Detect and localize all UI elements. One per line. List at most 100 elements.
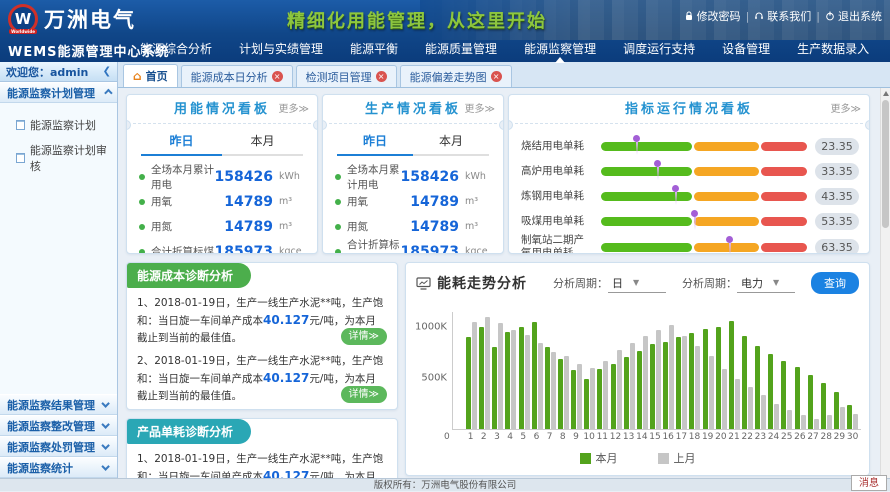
- bar: [624, 357, 629, 429]
- home-icon: ⌂: [133, 71, 142, 81]
- sidebar-collapse-icon[interactable]: ❮: [103, 66, 111, 77]
- chevron-down-icon: ▼: [633, 278, 639, 287]
- nav-energy-quality[interactable]: 能源质量管理: [425, 40, 497, 57]
- x-tick: 10: [583, 432, 596, 442]
- bar-pair: [570, 312, 583, 429]
- sidebar-group-punishment[interactable]: 能源监察处罚管理: [0, 436, 117, 457]
- bar-pair: [491, 312, 504, 429]
- x-tick: 12: [609, 432, 622, 442]
- nav-production-data-entry[interactable]: 生产数据录入: [797, 40, 869, 57]
- sidebar-group-result-management[interactable]: 能源监察结果管理: [0, 394, 117, 415]
- chart-icon: [416, 277, 431, 290]
- tab-yesterday[interactable]: 昨日: [337, 132, 413, 156]
- vertical-scrollbar[interactable]: [880, 88, 890, 478]
- detail-button[interactable]: 详情≫: [341, 386, 387, 404]
- scroll-up-arrow[interactable]: [883, 91, 889, 96]
- chevron-down-icon: [101, 462, 109, 470]
- change-password-link[interactable]: 修改密码: [684, 8, 741, 24]
- kpi-row: 用氧14789m³: [139, 189, 307, 214]
- bar-pair: [623, 312, 636, 429]
- diagnosis-list: 1、2018-01-19日，生产一线生产水泥**吨，生产饱和：当日旋一车间单产成…: [127, 288, 397, 410]
- panel-energy-usage: 用能情况看板 更多≫ 昨日 本月 全场本月累计用电158426kWh 用氧147…: [126, 94, 318, 254]
- nav-energy-supervision[interactable]: 能源监察管理: [524, 40, 596, 57]
- kpi-row: 用氮14789m³: [139, 214, 307, 239]
- period-select[interactable]: 日▼: [608, 274, 666, 293]
- separator: |: [746, 10, 750, 23]
- detail-button[interactable]: 详情≫: [341, 328, 387, 346]
- logo: W Worldwide 万洲电气: [8, 4, 136, 34]
- notch: [508, 120, 513, 130]
- contact-us-link[interactable]: 联系我们: [754, 8, 811, 24]
- tab-energy-deviation-trend[interactable]: 能源偏差走势图 ×: [400, 65, 512, 87]
- nav-equipment[interactable]: 设备管理: [722, 40, 770, 57]
- bar: [814, 419, 819, 429]
- bar: [630, 343, 635, 429]
- x-tick: 1: [464, 432, 477, 442]
- document-icon: [16, 153, 25, 163]
- top-links: 修改密码 | 联系我们 | 退出系统: [684, 8, 882, 24]
- bar: [485, 317, 490, 429]
- bar: [695, 346, 700, 429]
- query-button[interactable]: 查询: [811, 272, 859, 294]
- bar: [768, 354, 773, 429]
- indicator-row: 炼钢用电单耗 43.35: [521, 184, 859, 209]
- kpi-rows: 全场本月累计用电158426kWh 用氧14789m³ 用氮14789m³ 合计…: [139, 164, 307, 254]
- bar-pair: [544, 312, 557, 429]
- nav-dispatch-support[interactable]: 调度运行支持: [623, 40, 695, 57]
- x-tick: 6: [530, 432, 543, 442]
- sidebar-group-plan-management[interactable]: 能源监察计划管理: [0, 82, 117, 103]
- bar: [808, 375, 813, 429]
- scrollbar-thumb[interactable]: [882, 100, 889, 228]
- notch: [313, 120, 318, 130]
- logout-link[interactable]: 退出系统: [825, 8, 882, 24]
- message-tab[interactable]: 消息: [851, 475, 887, 491]
- bar: [781, 361, 786, 429]
- notch: [865, 120, 870, 130]
- tab-this-month[interactable]: 本月: [413, 132, 489, 156]
- panel-cost-diagnosis: 能源成本诊断分析 1、2018-01-19日，生产一线生产水泥**吨，生产饱和：…: [126, 262, 398, 410]
- energy-type-select[interactable]: 电力▼: [737, 274, 795, 293]
- panel-energy-trend: 能耗走势分析 分析周期：日▼ 分析周期：电力▼ 查询 1000K 500K: [405, 262, 870, 476]
- bullet-icon: [335, 224, 341, 230]
- bar: [538, 343, 543, 429]
- tab-inspection-project[interactable]: 检测项目管理 ×: [296, 65, 397, 87]
- bar: [669, 325, 674, 429]
- more-link[interactable]: 更多≫: [831, 95, 861, 124]
- kpi-tabs: 昨日 本月: [337, 132, 489, 156]
- more-link[interactable]: 更多≫: [279, 95, 309, 124]
- more-link[interactable]: 更多≫: [465, 95, 495, 124]
- bar: [735, 379, 740, 429]
- close-icon[interactable]: ×: [272, 71, 283, 82]
- sidebar-item-supervision-plan-review[interactable]: 能源监察计划审核: [16, 142, 117, 174]
- tab-energy-cost-daily[interactable]: 能源成本日分析 ×: [181, 65, 293, 87]
- close-icon[interactable]: ×: [376, 71, 387, 82]
- tab-yesterday[interactable]: 昨日: [141, 132, 222, 156]
- sidebar-group-statistics[interactable]: 能源监察统计: [0, 457, 117, 478]
- bar: [558, 359, 563, 429]
- legend-last-month[interactable]: 上月: [658, 450, 696, 466]
- bullet-icon: [139, 249, 145, 255]
- kpi-row: 合计折算标煤185973kgce: [335, 239, 493, 254]
- tab-home[interactable]: ⌂ 首页: [123, 64, 178, 87]
- close-icon[interactable]: ×: [491, 71, 502, 82]
- username: admin: [50, 66, 88, 79]
- diagnosis-item: 1、2018-01-19日，生产一线生产水泥**吨，生产饱和：当日旋一车间单产成…: [137, 295, 387, 346]
- bar: [742, 336, 747, 429]
- sidebar-group-rectification[interactable]: 能源监察整改管理: [0, 415, 117, 436]
- x-tick: 13: [622, 432, 635, 442]
- tab-this-month[interactable]: 本月: [222, 132, 303, 156]
- bar-pair: [767, 312, 780, 429]
- indicator-rows: 烧结用电单耗 23.35 高炉用电单耗 33.35 炼钢用电单耗 43.35 吸…: [521, 134, 859, 254]
- bar-pair: [504, 312, 517, 429]
- nav-energy-balance[interactable]: 能源平衡: [350, 40, 398, 57]
- sidebar-item-supervision-plan[interactable]: 能源监察计划: [16, 117, 117, 133]
- bar: [853, 414, 858, 429]
- bar: [676, 337, 681, 429]
- x-tick: 29: [833, 432, 846, 442]
- nav-energy-analysis[interactable]: 能源综合分析: [140, 40, 212, 57]
- x-tick: 23: [754, 432, 767, 442]
- nav-plan-performance[interactable]: 计划与实绩管理: [239, 40, 323, 57]
- kpi-row: 合计折算标煤185973kgce: [139, 239, 307, 254]
- legend-this-month[interactable]: 本月: [580, 450, 618, 466]
- bar: [637, 351, 642, 429]
